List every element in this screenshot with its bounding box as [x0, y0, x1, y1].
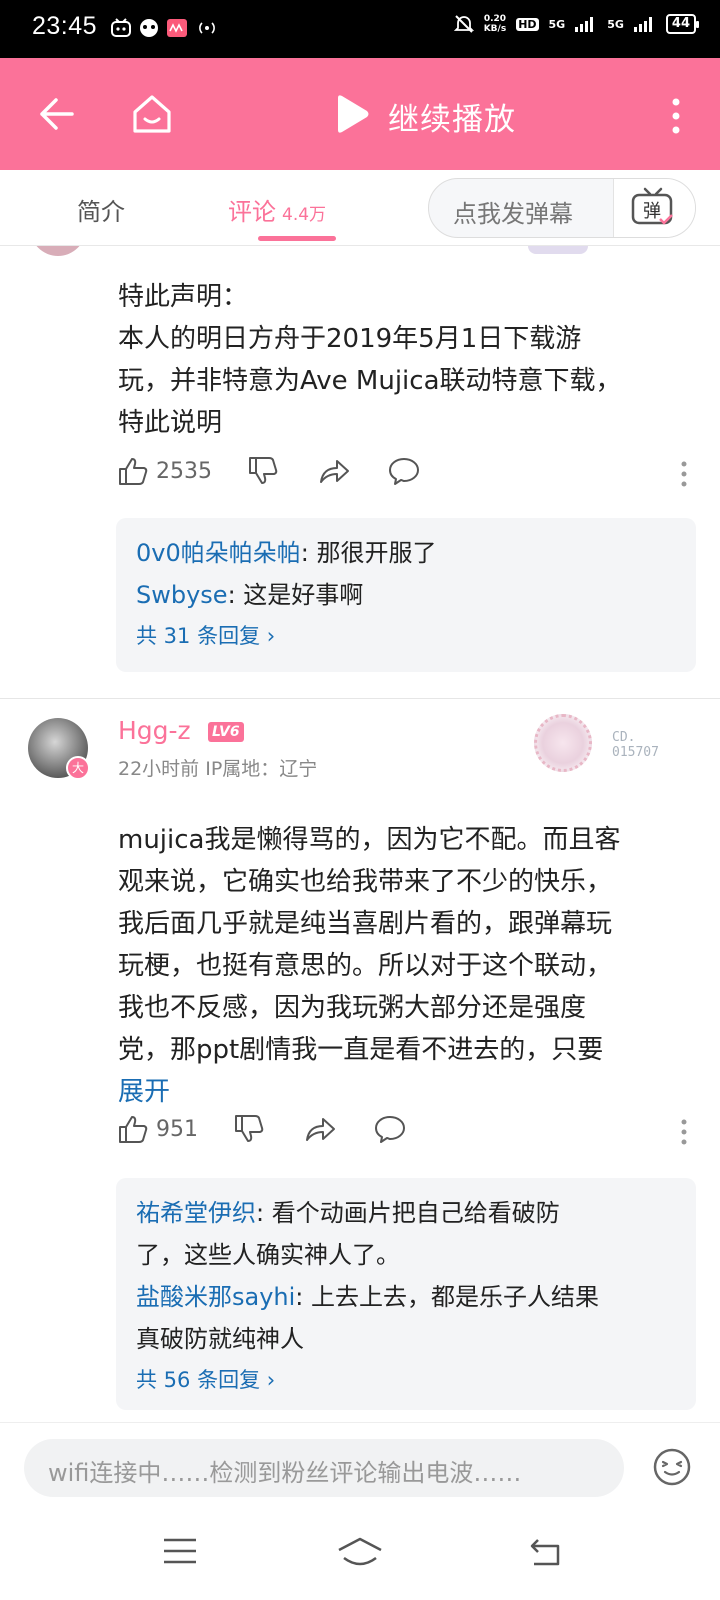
back-arrow-icon[interactable] [36, 94, 76, 134]
comment-text: 特此声明： 本人的明日方舟于2019年5月1日下载游 玩，并非特意为Ave Mu… [118, 282, 622, 438]
signal-icon-1 [575, 17, 594, 32]
reply-button[interactable] [374, 1114, 406, 1144]
thumbs-up-icon [119, 1116, 148, 1143]
thumbs-down-icon [249, 457, 278, 484]
comment-input[interactable]: wifi连接中……检测到粉丝评论输出电波…… [24, 1439, 624, 1497]
reply-text: : 那很开服了 [300, 539, 437, 567]
thumbs-up-icon [119, 458, 148, 485]
comment-bubble-icon [375, 1116, 405, 1143]
comment-actions: 951 [118, 1114, 688, 1150]
tab-comments-count: 4.4万 [282, 205, 327, 225]
network-5g-2: 5G [607, 17, 624, 31]
tab-comments[interactable]: 评论 4.4万 [228, 192, 326, 227]
level-badge: LV6 [208, 722, 244, 742]
reply-username[interactable]: 盐酸米那sayhi [136, 1283, 295, 1311]
comment-more-icon[interactable] [680, 460, 688, 488]
comment-list[interactable]: 特此声明： 本人的明日方舟于2019年5月1日下载游 玩，并非特意为Ave Mu… [0, 246, 720, 1422]
share-icon [306, 1118, 335, 1141]
battery-indicator: 44 [665, 14, 700, 34]
view-all-replies-link[interactable]: 共 31 条回复 › [136, 616, 676, 656]
avatar-badge: 大 [66, 756, 90, 780]
danmaku-button-label: 弹 [643, 201, 661, 222]
fan-medal-number: CD. 015707 [612, 730, 659, 760]
fan-medal-badge[interactable] [534, 714, 592, 772]
active-tab-indicator [258, 236, 336, 241]
signal-icon-2 [633, 17, 652, 32]
comment-text: mujica我是懒得骂的，因为它不配。而且客 观来说，它确实也给我带来了不少的快… [118, 819, 696, 1113]
reply-preview[interactable]: 祐希堂伊织: 看个动画片把自己给看破防 了，这些人确实神人了。 盐酸米那sayh… [116, 1178, 696, 1410]
comment-input-placeholder: wifi连接中……检测到粉丝评论输出电波…… [48, 1459, 522, 1487]
reply-item[interactable]: Swbyse: 这是好事啊 [136, 574, 676, 616]
danmaku-input[interactable]: 点我发弹幕 弹 [428, 178, 696, 238]
reply-text: : 这是好事啊 [227, 581, 364, 609]
reply-text: : 看个动画片把自己给看破防 [256, 1199, 560, 1227]
like-count: 2535 [156, 458, 212, 484]
reply-item[interactable]: 0v0帕朵帕朵帕: 那很开服了 [136, 532, 676, 574]
game-notification-icon [140, 19, 158, 37]
mute-icon [453, 15, 474, 33]
network-5g-1: 5G [548, 17, 566, 31]
comment-more-icon[interactable] [680, 1118, 688, 1146]
hd-indicator: HD [516, 17, 539, 31]
system-nav-bar [0, 1514, 720, 1600]
reply-username[interactable]: 0v0帕朵帕朵帕 [136, 539, 301, 567]
danmaku-toggle-button[interactable]: 弹 [613, 179, 695, 237]
comment-bubble-icon [389, 458, 419, 485]
view-all-replies-link[interactable]: 共 56 条回复 › [136, 1360, 676, 1400]
app-notification-icon [111, 18, 131, 37]
back-nav-icon[interactable] [528, 1536, 564, 1568]
reply-text-continued: 真破防就纯神人 [136, 1325, 304, 1353]
tab-bar: 简介 评论 4.4万 点我发弹幕 弹 [0, 170, 720, 246]
reply-item[interactable]: 祐希堂伊织: 看个动画片把自己给看破防 了，这些人确实神人了。 [136, 1192, 676, 1276]
comment-divider [0, 698, 720, 699]
tab-comments-label: 评论 [228, 198, 276, 226]
reply-button[interactable] [388, 456, 420, 486]
more-options-icon[interactable] [668, 96, 684, 136]
home-nav-icon[interactable] [336, 1536, 384, 1568]
home-icon[interactable] [130, 92, 174, 136]
comment-actions: 2535 [118, 456, 688, 492]
previous-avatar-partial [30, 246, 86, 256]
reply-text: : 上去上去，都是乐子人结果 [295, 1283, 600, 1311]
top-bar: 继续播放 [0, 58, 720, 170]
menu-icon[interactable] [162, 1536, 198, 1566]
share-icon [320, 460, 349, 483]
network-speed: 0.20 KB/s [483, 14, 507, 34]
expand-link[interactable]: 展开 [118, 1071, 696, 1113]
comment-header: 大 Hgg-z LV6 22小时前 IP属地：辽宁 CD. 015707 [0, 714, 720, 786]
previous-decoration-partial [528, 246, 588, 254]
danmaku-tv-icon: 弹 [631, 187, 673, 225]
dislike-button[interactable] [234, 1114, 264, 1144]
share-button[interactable] [304, 1114, 336, 1144]
reply-username[interactable]: 祐希堂伊织 [136, 1199, 256, 1227]
emoji-icon[interactable] [652, 1447, 692, 1487]
play-icon[interactable] [334, 94, 370, 134]
like-count: 951 [156, 1116, 198, 1142]
hotspot-icon [199, 22, 215, 34]
music-notification-icon [167, 19, 187, 37]
tab-intro[interactable]: 简介 [77, 192, 125, 227]
comment-meta: 22小时前 IP属地：辽宁 [118, 758, 318, 780]
like-button[interactable]: 2535 [118, 456, 212, 486]
like-button[interactable]: 951 [118, 1114, 198, 1144]
comment-input-bar: wifi连接中……检测到粉丝评论输出电波…… [0, 1422, 720, 1514]
dislike-button[interactable] [248, 456, 278, 486]
reply-item[interactable]: 盐酸米那sayhi: 上去上去，都是乐子人结果 真破防就纯神人 [136, 1276, 676, 1360]
share-button[interactable] [318, 456, 350, 486]
continue-playing-button[interactable]: 继续播放 [388, 94, 516, 139]
reply-preview[interactable]: 0v0帕朵帕朵帕: 那很开服了 Swbyse: 这是好事啊 共 31 条回复 › [116, 518, 696, 672]
reply-username[interactable]: Swbyse [136, 581, 228, 609]
status-time: 23:45 [32, 12, 98, 40]
thumbs-down-icon [235, 1115, 264, 1142]
danmaku-placeholder: 点我发弹幕 [453, 200, 573, 228]
comment-username[interactable]: Hgg-z [118, 716, 191, 745]
status-bar: 23:45 0.20 KB/s HD 5G 5G 44 [0, 0, 720, 58]
reply-text-continued: 了，这些人确实神人了。 [136, 1241, 400, 1269]
